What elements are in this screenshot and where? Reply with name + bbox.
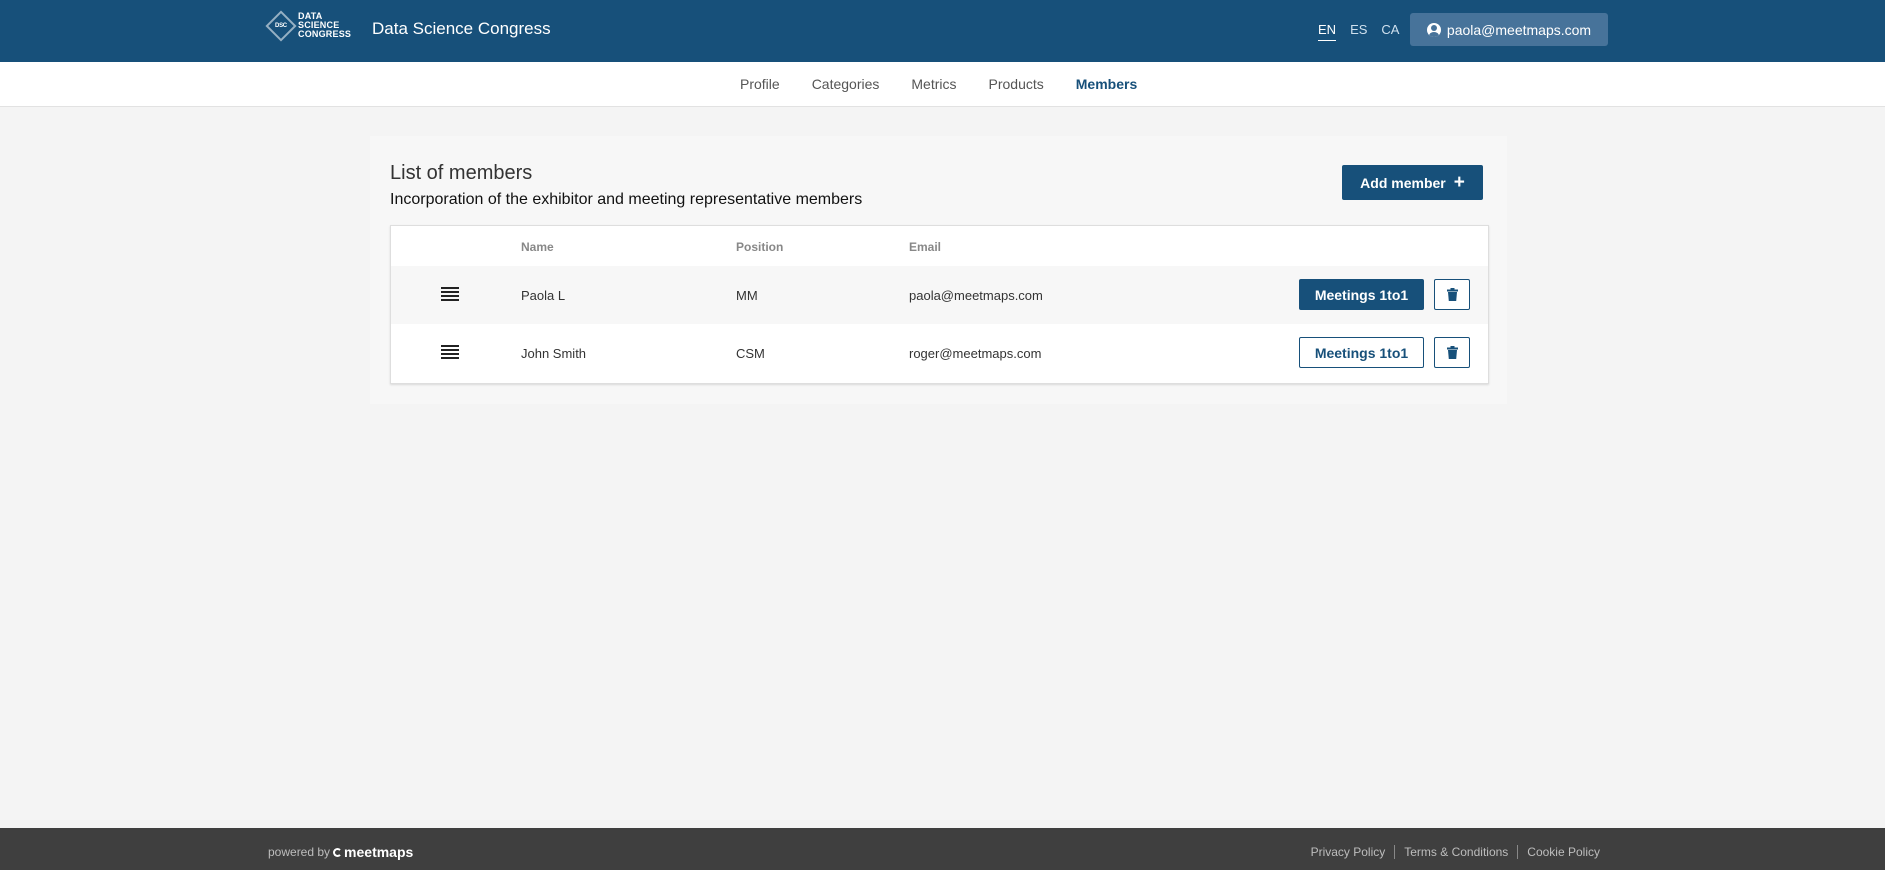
meetmaps-brand: meetmaps <box>344 844 414 860</box>
brand-logo[interactable]: DSC DATA SCIENCE CONGRESS <box>265 9 351 42</box>
language-ca[interactable]: CA <box>1381 22 1399 41</box>
logo-text: DATA SCIENCE CONGRESS <box>298 12 351 39</box>
member-email: roger@meetmaps.com <box>909 346 1042 361</box>
top-header: DSC DATA SCIENCE CONGRESS Data Science C… <box>0 0 1885 62</box>
page-subtitle: Incorporation of the exhibitor and meeti… <box>390 191 863 208</box>
user-menu-button[interactable]: paola@meetmaps.com <box>1410 13 1608 46</box>
trash-icon <box>1446 288 1458 301</box>
footer-divider <box>1394 845 1396 859</box>
column-header-name: Name <box>521 240 554 254</box>
member-name: Paola L <box>521 288 566 303</box>
app-title: Data Science Congress <box>372 19 551 38</box>
member-position: CSM <box>736 346 765 361</box>
member-position: MM <box>736 288 758 303</box>
meetmaps-logo: meetmaps <box>333 844 413 860</box>
members-card: List of members Incorporation of the exh… <box>370 136 1507 404</box>
add-member-label: Add member <box>1360 174 1446 191</box>
member-name: John Smith <box>521 346 587 361</box>
add-member-button[interactable]: Add member + <box>1342 165 1483 200</box>
drag-handle-icon[interactable] <box>441 345 459 359</box>
tab-metrics[interactable]: Metrics <box>895 62 972 106</box>
drag-handle-icon[interactable] <box>441 287 459 301</box>
plus-icon: + <box>1453 171 1465 193</box>
language-es[interactable]: ES <box>1350 22 1367 41</box>
language-switcher: EN ES CA <box>1318 22 1399 41</box>
table-row: John Smith CSM roger@meetmaps.com Meetin… <box>391 324 1488 382</box>
powered-by[interactable]: powered by meetmaps <box>268 844 413 860</box>
language-en[interactable]: EN <box>1318 22 1337 41</box>
logo: DSC DATA SCIENCE CONGRESS <box>265 9 351 42</box>
trash-icon <box>1446 346 1458 359</box>
logo-diamond-icon: DSC <box>265 9 297 42</box>
delete-member-button[interactable] <box>1434 279 1470 310</box>
user-email: paola@meetmaps.com <box>1446 21 1592 38</box>
tab-products[interactable]: Products <box>973 62 1060 106</box>
logo-line-3: CONGRESS <box>298 29 352 39</box>
meetings-1to1-button[interactable]: Meetings 1to1 <box>1299 279 1424 310</box>
tab-profile[interactable]: Profile <box>740 62 796 106</box>
meetings-1to1-button[interactable]: Meetings 1to1 <box>1299 337 1424 368</box>
cookie-policy-link[interactable]: Cookie Policy <box>1527 845 1600 859</box>
tab-bar: Profile Categories Metrics Products Memb… <box>0 62 1885 107</box>
delete-member-button[interactable] <box>1434 337 1470 368</box>
table-row: Paola L MM paola@meetmaps.com Meetings 1… <box>391 266 1488 324</box>
privacy-policy-link[interactable]: Privacy Policy <box>1311 845 1386 859</box>
terms-link[interactable]: Terms & Conditions <box>1404 845 1508 859</box>
member-email: paola@meetmaps.com <box>909 288 1043 303</box>
members-table: Name Position Email Paola L MM paola@mee… <box>390 225 1489 384</box>
logo-mark: DSC <box>275 22 287 29</box>
tabs: Profile Categories Metrics Products Memb… <box>740 62 1153 106</box>
page-title: List of members <box>390 162 533 184</box>
footer-divider <box>1517 845 1519 859</box>
meetmaps-mark-icon <box>333 847 343 857</box>
tab-categories[interactable]: Categories <box>796 62 896 106</box>
column-header-email: Email <box>909 240 942 254</box>
tab-members[interactable]: Members <box>1060 62 1153 106</box>
powered-by-label: powered by <box>268 845 331 859</box>
footer-links: Privacy Policy Terms & Conditions Cookie… <box>1311 845 1600 859</box>
account-circle-icon <box>1426 22 1441 37</box>
footer: powered by meetmaps Privacy Policy Terms… <box>0 828 1885 870</box>
column-header-position: Position <box>736 240 784 254</box>
table-header: Name Position Email <box>391 226 1488 266</box>
